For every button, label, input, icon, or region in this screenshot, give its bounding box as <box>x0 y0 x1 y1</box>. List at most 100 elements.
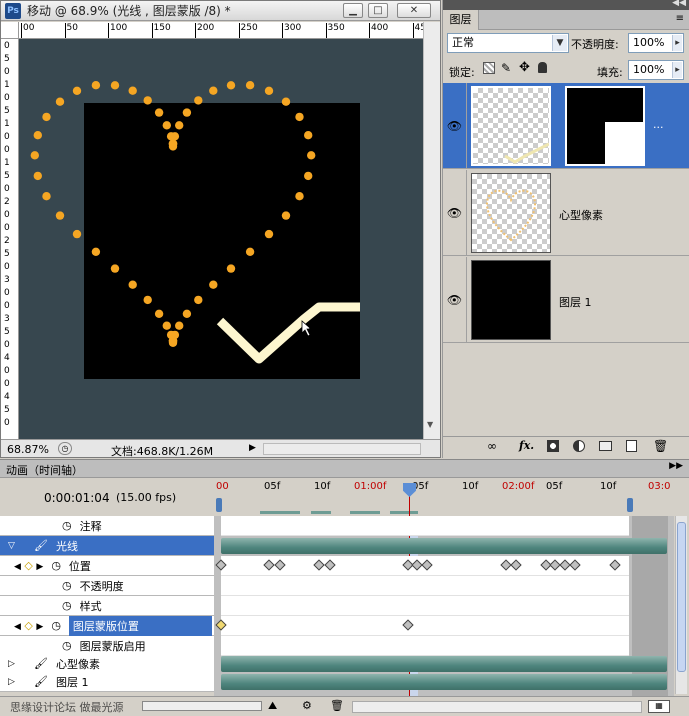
heart-dot <box>128 280 137 289</box>
layer-name[interactable]: 图层 1 <box>559 294 592 310</box>
minimize-button[interactable]: ▁ <box>343 3 363 18</box>
heart-dot <box>281 211 291 220</box>
panel-menu-icon[interactable]: ▶▶ <box>669 461 683 471</box>
eye-icon[interactable]: 👁 <box>443 83 467 169</box>
layer-row-layer1[interactable]: 👁 图层 1 <box>443 257 689 343</box>
lock-transparent-icon[interactable] <box>483 62 495 74</box>
timeline-tick-label: 00 <box>216 481 229 492</box>
timeline-row-label[interactable]: ▽ 🖌 光线 <box>0 536 214 556</box>
stopwatch-icon[interactable]: ◷ <box>62 639 72 652</box>
status-info-icon[interactable]: ◷ <box>58 442 72 455</box>
layer-duration-bar[interactable] <box>221 656 667 672</box>
keyframe-nav-icon[interactable]: ◀ ◇ ▶ <box>14 619 43 632</box>
work-area-start-handle[interactable] <box>216 498 222 512</box>
timeline-hscroll[interactable] <box>352 701 642 713</box>
canvas-area[interactable] <box>19 39 423 439</box>
expand-triangle-icon[interactable]: ▷ <box>8 677 20 687</box>
frame-view-icon[interactable]: ▦ <box>648 700 670 713</box>
lock-pixels-icon[interactable]: ✎ <box>501 61 511 75</box>
mountain-large-icon[interactable]: ⛰ <box>268 699 277 713</box>
heart-dot <box>226 81 236 90</box>
tab-layers[interactable]: 图层 <box>443 10 479 30</box>
timeline-vscroll-thumb[interactable] <box>677 522 686 672</box>
delete-icon[interactable]: 🗑 <box>330 699 344 712</box>
property-track[interactable] <box>221 636 629 656</box>
stopwatch-icon[interactable]: ◷ <box>62 599 72 612</box>
keyframe-nav-icon[interactable]: ◀ ◇ ▶ <box>14 559 43 572</box>
group-folder-icon[interactable] <box>599 441 612 451</box>
layer-thumbnail[interactable] <box>471 86 551 166</box>
blend-mode-select[interactable]: 正常 ▼ <box>447 33 569 53</box>
lock-all-icon[interactable] <box>538 62 547 73</box>
new-layer-icon[interactable] <box>626 440 637 452</box>
timeline-row-name: 注释 <box>79 519 102 533</box>
collapse-panel-icon[interactable]: ◀◀ <box>672 0 686 8</box>
expand-triangle-icon[interactable]: ▽ <box>8 541 20 551</box>
stopwatch-icon[interactable]: ◷ <box>62 519 72 532</box>
tween-icon[interactable]: ⚙ <box>302 699 312 712</box>
work-segment <box>350 511 380 514</box>
zoom-slider[interactable] <box>142 701 262 711</box>
timeline-row-name: 样式 <box>79 599 102 613</box>
heart-dot <box>30 151 39 160</box>
ruler-tick-label: 4 <box>4 392 10 402</box>
layer-mask-thumbnail[interactable] <box>565 86 645 166</box>
ruler-vertical[interactable]: 050105100150200250300350400450 <box>1 39 19 439</box>
stopwatch-icon[interactable]: ◷ <box>51 619 61 632</box>
layer-duration-bar[interactable] <box>221 674 667 690</box>
ruler-tick-label: 0 <box>4 301 10 311</box>
ruler-tick-label: 450 <box>412 23 423 38</box>
expand-triangle-icon[interactable]: ▷ <box>8 659 20 669</box>
mask-icon[interactable] <box>547 440 559 452</box>
timeline-row-label[interactable]: ◷ 不透明度 <box>0 576 214 596</box>
timeline-row-label[interactable]: ◷ 样式 <box>0 596 214 616</box>
property-track[interactable] <box>221 616 629 636</box>
adjustment-icon[interactable] <box>573 440 585 452</box>
fx-icon[interactable]: fx. <box>519 439 534 452</box>
panel-menu-icon[interactable]: ≡ <box>676 13 684 24</box>
property-track[interactable] <box>221 576 629 596</box>
trash-icon[interactable]: 🗑 <box>653 439 668 453</box>
timeline-row-label[interactable]: ▷ 🖌 心型像素 <box>0 654 214 674</box>
layer-duration-bar[interactable] <box>221 538 667 554</box>
canvas-svg[interactable] <box>19 39 423 439</box>
lock-position-icon[interactable]: ✥ <box>519 60 530 75</box>
close-button[interactable]: ✕ <box>397 3 431 18</box>
zoom-level[interactable]: 68.87% <box>7 443 49 456</box>
layer-thumbnail[interactable] <box>471 173 551 253</box>
document-title: 移动 @ 68.9% (光线 , 图层蒙版 /8) * <box>27 4 231 18</box>
stopwatch-icon[interactable]: ◷ <box>62 579 72 592</box>
work-area-end-handle[interactable] <box>627 498 633 512</box>
eye-icon[interactable]: 👁 <box>443 257 467 343</box>
tab-animation[interactable]: 动画（时间轴） <box>6 462 83 478</box>
horizontal-scrollbar[interactable] <box>263 443 421 455</box>
scroll-down-arrow-icon[interactable]: ▼ <box>427 420 437 434</box>
ruler-tick-label: 100 <box>108 23 127 38</box>
current-time[interactable]: 0:00:01:04 <box>44 491 110 505</box>
property-track[interactable] <box>221 596 629 616</box>
opacity-input[interactable]: 100% ▸ <box>628 33 684 53</box>
timeline-row-label[interactable]: ◀ ◇ ▶ ◷ 位置 <box>0 556 214 576</box>
ruler-tick-label: 150 <box>151 23 171 38</box>
layer-name[interactable]: 心型像素 <box>559 207 603 223</box>
property-track[interactable] <box>221 516 629 536</box>
timeline-vscroll[interactable] <box>675 516 687 694</box>
maximize-button[interactable]: □ <box>368 3 388 18</box>
timeline-row-label[interactable]: ◷ 注释 <box>0 516 214 536</box>
ruler-tick-label: 0 <box>4 223 10 233</box>
ruler-horizontal[interactable]: 00 50 100 150 200 250 300 350 400 450 <box>19 22 423 39</box>
timeline-row-label[interactable]: ▷ 🖌 图层 1 <box>0 672 214 692</box>
eye-icon[interactable]: 👁 <box>443 170 467 256</box>
layer-row-heart-pixels[interactable]: 👁 心型像素 <box>443 170 689 256</box>
fill-input[interactable]: 100% ▸ <box>628 60 684 80</box>
status-menu-arrow-icon[interactable]: ▶ <box>249 443 256 453</box>
layer-thumbnail[interactable] <box>471 260 551 340</box>
timeline-row-label[interactable]: ◷ 图层蒙版启用 <box>0 636 214 656</box>
heart-dot <box>143 96 152 105</box>
layer-row-light[interactable]: 👁 ··· <box>443 83 689 169</box>
vertical-scrollbar[interactable]: ▼ <box>423 22 440 439</box>
link-icon[interactable]: ∞ <box>487 439 497 453</box>
timeline-row-label[interactable]: ◀ ◇ ▶ ◷ 图层蒙版位置 <box>0 615 214 636</box>
stopwatch-icon[interactable]: ◷ <box>51 559 61 572</box>
document-titlebar[interactable]: Ps 移动 @ 68.9% (光线 , 图层蒙版 /8) * ▁ □ ✕ <box>1 1 440 21</box>
